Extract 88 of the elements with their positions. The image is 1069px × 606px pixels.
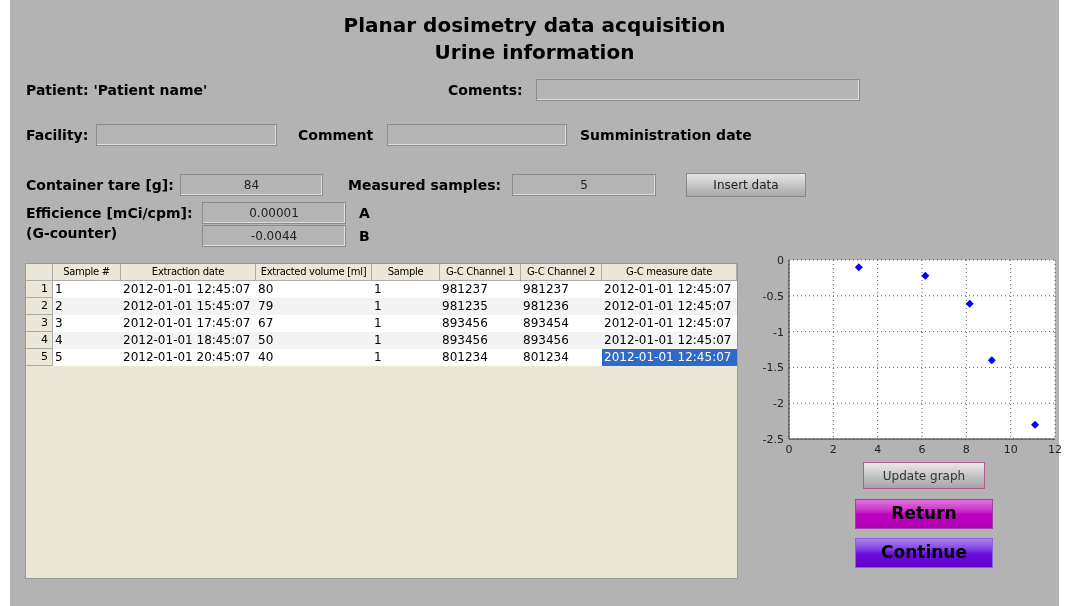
table-cell-text: 981235 — [441, 298, 489, 315]
column-header[interactable]: Extracted volume [ml] — [256, 264, 372, 281]
container-tare-field[interactable]: 84 — [180, 174, 323, 196]
table-cell-text: 80 — [257, 281, 275, 298]
x-tick-label: 4 — [874, 443, 882, 456]
y-tick-label: -0.5 — [762, 289, 784, 303]
coefficient-field[interactable]: -0.0044 — [202, 225, 346, 247]
x-tick-label: 6 — [918, 443, 926, 456]
table-cell-text: 1 — [373, 349, 383, 366]
table-cell: 2012-01-01 12:45:07 — [602, 349, 737, 366]
data-point — [965, 299, 974, 308]
table-cell-text: 4 — [54, 332, 64, 349]
window-title: Urine information — [434, 39, 635, 66]
table-cell-text: 981237 — [441, 281, 489, 298]
x-tick-label: 8 — [962, 443, 970, 456]
column-header[interactable]: Sample # — [53, 264, 121, 281]
table-cell-text: 50 — [257, 332, 275, 349]
table-cell-text: 1 — [373, 281, 383, 298]
g-counter-label: (G-counter) — [26, 224, 119, 242]
insert-data-button[interactable]: Insert data — [686, 173, 806, 197]
facility-field[interactable] — [96, 124, 277, 146]
table-cell-text: 67 — [257, 315, 275, 332]
coefficient-label: A — [359, 203, 370, 223]
data-point — [1031, 420, 1040, 429]
table-cell-text: 801234 — [441, 349, 489, 366]
update-graph-button[interactable]: Update graph — [863, 462, 985, 489]
table-cell-text: 893454 — [522, 315, 570, 332]
table-cell-text: 1 — [373, 332, 383, 349]
table-cell-text: 893456 — [522, 332, 570, 349]
data-point — [987, 356, 996, 365]
container-tare-label: Container tare [g]: — [26, 175, 175, 195]
table-cell-text: 2012-01-01 12:45:07 — [603, 315, 733, 332]
table-cell-text: 1 — [373, 315, 383, 332]
window-title: Planar dosimetry data acquisition — [343, 12, 726, 39]
row-header[interactable]: 1 — [26, 281, 53, 298]
efficiency-label: Efficience [mCi/cpm]: — [26, 204, 194, 223]
y-tick-label: 0 — [777, 254, 784, 267]
table-cell-text: 2012-01-01 12:45:07 — [122, 281, 252, 298]
x-tick-label: 2 — [829, 443, 837, 456]
table-cell-text: 2 — [54, 298, 64, 315]
table-cell-text: 2012-01-01 18:45:07 — [122, 332, 252, 349]
patient-label: Patient: 'Patient name' — [26, 80, 209, 100]
data-point — [854, 263, 863, 272]
column-header[interactable]: G-C Channel 2 — [521, 264, 602, 281]
facility-label: Facility: — [26, 125, 90, 145]
row-header[interactable]: 3 — [26, 315, 53, 332]
y-tick-label: -1 — [773, 325, 784, 339]
table-cell-text: 40 — [257, 349, 275, 366]
y-tick-label: -1.5 — [762, 361, 784, 375]
table-cell-text: 2012-01-01 17:45:07 — [122, 315, 252, 332]
column-header[interactable]: Extraction date — [121, 264, 256, 281]
table-cell-text: 2012-01-01 12:45:07 — [603, 281, 733, 298]
table-cell-text: 5 — [54, 349, 64, 366]
column-header[interactable]: G-C Channel 1 — [440, 264, 521, 281]
return-button[interactable]: Return — [855, 499, 993, 529]
table-cell-text: 2012-01-01 15:45:07 — [122, 298, 252, 315]
column-header[interactable]: G-C measure date — [602, 264, 737, 281]
coefficient-field[interactable]: 0.00001 — [202, 202, 346, 224]
table-cell-text: 1 — [373, 298, 383, 315]
x-tick-label: 10 — [1003, 443, 1018, 456]
y-tick-label: -2.5 — [762, 433, 784, 446]
comments-label: Coments: — [448, 80, 524, 100]
table-cell-text: 79 — [257, 298, 275, 315]
measured-samples-field[interactable]: 5 — [512, 174, 656, 196]
row-header[interactable]: 4 — [26, 332, 53, 349]
table-cell-text: 981236 — [522, 298, 570, 315]
table-cell-text: 801234 — [522, 349, 570, 366]
x-tick-label: 0 — [785, 443, 793, 456]
table-cell-text: 3 — [54, 315, 64, 332]
row-header[interactable]: 5 — [26, 349, 53, 366]
measured-samples-label: Measured samples: — [348, 175, 503, 195]
comments-field[interactable] — [536, 79, 860, 101]
table-cell-text: 2012-01-01 12:45:07 — [603, 332, 733, 349]
administration-date-label: Sumministration date — [580, 125, 752, 145]
data-point — [921, 271, 930, 280]
column-header[interactable]: Sample — [372, 264, 440, 281]
comment-label: Comment — [298, 125, 375, 145]
x-tick-label: 12 — [1048, 443, 1061, 456]
comment-field[interactable] — [387, 124, 567, 146]
coefficient-label: B — [359, 226, 370, 246]
table-cell-text: 981237 — [522, 281, 570, 298]
table-cell-text: 2012-01-01 12:45:07 — [603, 298, 733, 315]
table-cell-text: 893456 — [441, 315, 489, 332]
table-cell-text: 893456 — [441, 332, 489, 349]
y-tick-label: -2 — [773, 397, 784, 411]
row-header[interactable]: 2 — [26, 298, 53, 315]
table-cell-text: 2012-01-01 20:45:07 — [122, 349, 252, 366]
table-cell-text: 1 — [54, 281, 64, 298]
